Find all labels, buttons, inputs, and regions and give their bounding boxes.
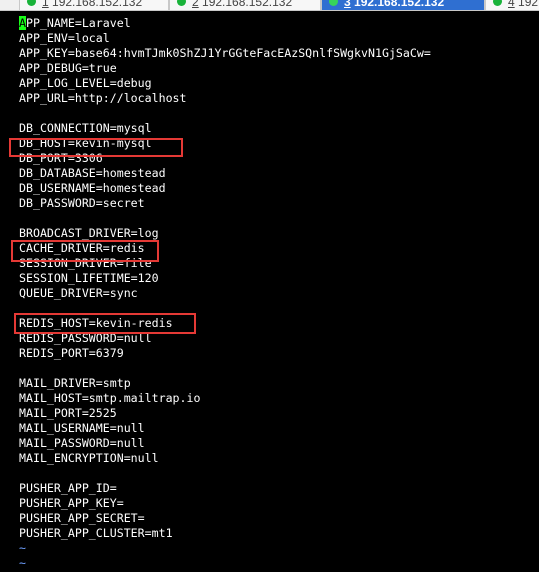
- editor-line: DB_USERNAME=homestead: [19, 181, 166, 195]
- tab-host: 192.168.152.132: [52, 0, 143, 9]
- editor-line: APP_URL=http://localhost: [19, 91, 187, 105]
- editor-line: DB_PASSWORD=secret: [19, 196, 145, 210]
- editor-line: QUEUE_DRIVER=sync: [19, 286, 138, 300]
- editor-line: MAIL_DRIVER=smtp: [19, 376, 131, 390]
- empty-line-marker: ~: [19, 556, 26, 570]
- highlight-cache-driver: [11, 240, 159, 262]
- line-text: PP_NAME=Laravel: [25, 16, 131, 30]
- tab-number: 1: [42, 0, 49, 9]
- tab-host: 192.168.152.132: [354, 0, 445, 9]
- highlight-db-host: [9, 138, 183, 157]
- editor-line: REDIS_PORT=6379: [19, 346, 124, 360]
- connected-status-icon: [27, 0, 36, 6]
- editor-line: PUSHER_APP_ID=: [19, 481, 117, 495]
- session-tab-bar: 1 192.168.152.132 2 192.168.152.132 3 19…: [0, 0, 539, 11]
- editor-line: DB_DATABASE=homestead: [19, 166, 166, 180]
- text-cursor: A: [19, 16, 26, 30]
- connected-status-icon: [177, 0, 186, 6]
- editor-line: DB_CONNECTION=mysql: [19, 121, 152, 135]
- empty-line-marker: ~: [19, 541, 26, 555]
- editor-line: SESSION_LIFETIME=120: [19, 271, 159, 285]
- highlight-redis-host: [14, 313, 196, 334]
- editor-line: BROADCAST_DRIVER=log: [19, 226, 159, 240]
- editor-line: MAIL_PASSWORD=null: [19, 436, 145, 450]
- connected-status-icon: [329, 0, 338, 6]
- tab-host: 192.168: [518, 0, 539, 9]
- vim-editor[interactable]: APP_NAME=Laravel APP_ENV=local APP_KEY=ba…: [19, 16, 534, 571]
- editor-line: APP_LOG_LEVEL=debug: [19, 76, 152, 90]
- session-tab-4[interactable]: 4 192.168: [485, 0, 539, 10]
- session-tab-1[interactable]: 1 192.168.152.132: [19, 0, 169, 10]
- connected-status-icon: [493, 0, 502, 6]
- editor-line: PUSHER_APP_SECRET=: [19, 511, 145, 525]
- editor-line: APP_KEY=base64:hvmTJmk0ShZJ1YrGGteFacEAz…: [19, 46, 431, 60]
- editor-line: MAIL_HOST=smtp.mailtrap.io: [19, 391, 201, 405]
- editor-line: MAIL_ENCRYPTION=null: [19, 451, 159, 465]
- editor-line: APP_ENV=local: [19, 31, 110, 45]
- editor-line: APP_NAME=Laravel: [19, 16, 534, 31]
- editor-line: APP_DEBUG=true: [19, 61, 117, 75]
- editor-line: PUSHER_APP_CLUSTER=mt1: [19, 526, 173, 540]
- editor-line: PUSHER_APP_KEY=: [19, 496, 124, 510]
- tab-host: 192.168.152.132: [202, 0, 293, 9]
- session-tab-3[interactable]: 3 192.168.152.132: [321, 0, 485, 10]
- tab-number: 4: [508, 0, 515, 9]
- editor-line: MAIL_USERNAME=null: [19, 421, 145, 435]
- tab-number: 3: [344, 0, 351, 9]
- tab-number: 2: [192, 0, 199, 9]
- editor-line: MAIL_PORT=2525: [19, 406, 117, 420]
- session-tab-2[interactable]: 2 192.168.152.132: [169, 0, 321, 10]
